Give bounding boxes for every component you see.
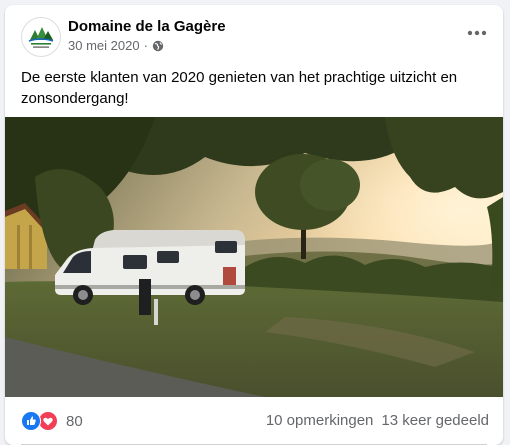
post-meta: 30 mei 2020 · xyxy=(68,38,164,53)
shares-count-link[interactable]: 13 keer gedeeld xyxy=(381,412,489,429)
post-footer: 80 10 opmerkingen 13 keer gedeeld xyxy=(5,397,503,445)
reaction-count: 80 xyxy=(66,412,83,430)
meta-separator: · xyxy=(143,38,148,53)
reactions-summary[interactable]: 80 xyxy=(21,411,83,431)
domaine-logo xyxy=(28,27,54,48)
comments-count-link[interactable]: 10 opmerkingen xyxy=(266,412,374,429)
post-photo[interactable] xyxy=(5,117,503,397)
globe-icon[interactable] xyxy=(152,40,164,52)
post-card: Domaine de la Gagère 30 mei 2020 · De ee… xyxy=(5,5,503,445)
like-icon xyxy=(21,411,41,431)
post-date[interactable]: 30 mei 2020 xyxy=(68,38,140,53)
page-name-link[interactable]: Domaine de la Gagère xyxy=(68,18,226,35)
page-avatar[interactable] xyxy=(21,17,61,57)
post-header: Domaine de la Gagère 30 mei 2020 · xyxy=(5,5,503,61)
love-icon xyxy=(38,411,58,431)
post-stats: 10 opmerkingen 13 keer gedeeld xyxy=(266,412,489,429)
more-options-icon[interactable] xyxy=(463,23,491,43)
post-text: De eerste klanten van 2020 genieten van … xyxy=(21,69,458,107)
campervan-sunset-image xyxy=(5,117,503,397)
